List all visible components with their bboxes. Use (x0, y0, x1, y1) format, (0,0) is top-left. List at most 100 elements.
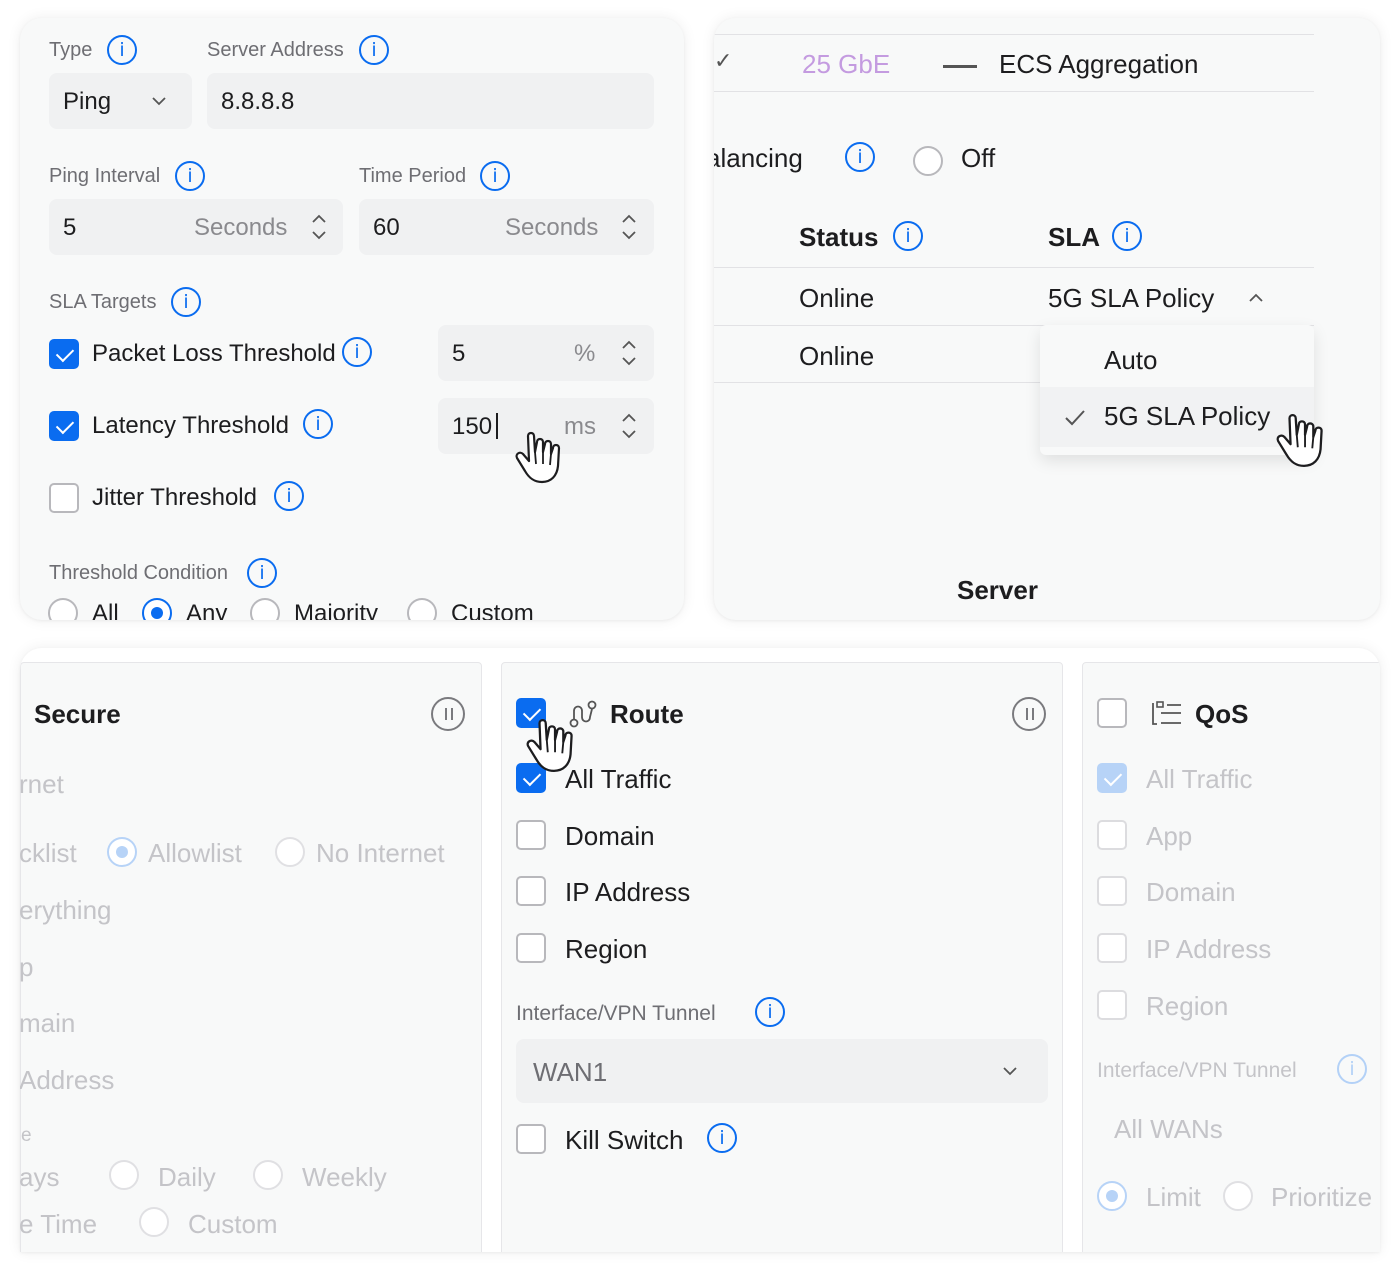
balancing-off-radio[interactable] (913, 146, 943, 176)
secure-option-custom: Custom (188, 1209, 278, 1239)
packet-loss-input[interactable]: 5 % (438, 325, 654, 381)
route-option-region: Region (565, 934, 648, 964)
packet-loss-unit: % (574, 340, 596, 367)
time-period-input[interactable]: 60 Seconds (359, 199, 654, 255)
secure-option-allowlist: Allowlist (148, 838, 242, 868)
no-internet-radio[interactable] (275, 837, 305, 867)
packet-loss-checkbox[interactable] (49, 339, 79, 369)
pause-icon[interactable] (1012, 697, 1046, 731)
condition-radio-any[interactable] (142, 598, 172, 620)
ip-address-checkbox[interactable] (516, 876, 546, 906)
qos-interface-label: Interface/VPN Tunnel (1097, 1059, 1297, 1082)
dropdown-option-5g[interactable]: 5G SLA Policy (1040, 387, 1314, 447)
interface-select[interactable]: WAN1 (516, 1039, 1048, 1103)
chevron-up-icon (1249, 293, 1263, 302)
check-fragment-icon: ✓ (714, 48, 733, 73)
hand-cursor-icon (1276, 414, 1323, 467)
status-info-icon[interactable]: i (893, 221, 923, 251)
secure-option-internet: rnet (20, 769, 64, 799)
kill-switch-checkbox[interactable] (516, 1124, 546, 1154)
qos-interface-value: All WANs (1114, 1114, 1223, 1144)
time-period-label: Time Period (359, 165, 467, 187)
dropdown-option-5g-label: 5G SLA Policy (1104, 401, 1271, 431)
interface-label: Interface/VPN Tunnel (516, 1002, 716, 1025)
kill-switch-label: Kill Switch (565, 1125, 684, 1155)
type-select[interactable]: Ping (49, 73, 192, 129)
sla-select[interactable]: 5G SLA Policy (1048, 280, 1288, 316)
qos-option-ip-address: IP Address (1146, 934, 1272, 964)
custom-radio[interactable] (139, 1207, 169, 1237)
type-info-icon[interactable]: i (107, 35, 137, 65)
pause-icon[interactable] (431, 697, 465, 731)
status-column-header: Status (799, 222, 879, 252)
check-icon (1065, 410, 1085, 426)
sla-info-icon[interactable]: i (1112, 221, 1142, 251)
qos-option-app: App (1146, 821, 1193, 851)
divider (714, 382, 1044, 383)
latency-value: 150 (452, 413, 493, 440)
sla-targets-info-icon[interactable]: i (171, 287, 201, 317)
region-checkbox[interactable] (516, 933, 546, 963)
sla-column-header: SLA (1048, 222, 1100, 252)
ping-interval-info-icon[interactable]: i (175, 161, 205, 191)
jitter-info-icon[interactable]: i (274, 481, 304, 511)
packet-loss-label: Packet Loss Threshold (92, 340, 336, 367)
kill-switch-info-icon[interactable]: i (707, 1123, 737, 1153)
qos-title: QoS (1195, 699, 1249, 729)
packet-loss-info-icon[interactable]: i (342, 337, 372, 367)
secure-option-weekly: Weekly (302, 1162, 387, 1192)
qos-app-checkbox[interactable] (1097, 820, 1127, 850)
allowlist-radio[interactable] (107, 837, 137, 867)
daily-radio[interactable] (109, 1160, 139, 1190)
ping-interval-label: Ping Interval (49, 165, 161, 187)
time-period-info-icon[interactable]: i (480, 161, 510, 191)
qos-all-traffic-checkbox[interactable] (1097, 763, 1127, 793)
wan-sla-card: ✓ 25 GbE ECS Aggregation alancing i Off … (714, 18, 1380, 620)
qos-ip-address-checkbox[interactable] (1097, 933, 1127, 963)
divider (714, 34, 1314, 35)
jitter-checkbox[interactable] (49, 483, 79, 513)
secure-schedule-label: e (21, 1125, 32, 1146)
qos-limit-radio[interactable] (1097, 1181, 1127, 1211)
route-option-domain: Domain (565, 821, 655, 851)
condition-radio-all[interactable] (48, 598, 78, 620)
secure-option-blocklist: cklist (20, 838, 77, 868)
link-line-icon (943, 65, 977, 68)
ping-interval-unit: Seconds (194, 214, 288, 241)
server-address-input[interactable]: 8.8.8.8 (207, 73, 654, 129)
time-period-unit: Seconds (505, 214, 599, 241)
stepper-icon[interactable] (621, 412, 637, 440)
threshold-condition-info-icon[interactable]: i (247, 558, 277, 588)
condition-radio-majority[interactable] (250, 598, 280, 620)
qos-checkbox[interactable] (1097, 698, 1127, 728)
secure-option-time: e Time (20, 1209, 98, 1239)
condition-radio-custom[interactable] (407, 598, 437, 620)
latency-checkbox[interactable] (49, 411, 79, 441)
latency-info-icon[interactable]: i (303, 409, 333, 439)
interface-select-value: WAN1 (533, 1057, 608, 1087)
hand-cursor-icon (526, 719, 573, 772)
row1-status: Online (799, 283, 875, 313)
interface-info-icon[interactable]: i (755, 997, 785, 1027)
server-label: Server (957, 575, 1038, 605)
qos-list-icon (1152, 701, 1181, 725)
domain-checkbox[interactable] (516, 820, 546, 850)
hand-cursor-icon (515, 431, 561, 484)
stepper-icon[interactable] (621, 213, 637, 241)
dropdown-option-auto[interactable]: Auto (1040, 325, 1314, 387)
secure-card: Secure rnet cklist Allowlist No Internet… (20, 662, 482, 1252)
weekly-radio[interactable] (253, 1160, 283, 1190)
stepper-icon[interactable] (311, 213, 327, 241)
qos-prioritize-radio[interactable] (1223, 1181, 1253, 1211)
balancing-info-icon[interactable]: i (845, 142, 875, 172)
qos-domain-checkbox[interactable] (1097, 876, 1127, 906)
secure-option-daily: Daily (158, 1162, 216, 1192)
policy-rules-panel: Secure rnet cklist Allowlist No Internet… (20, 648, 1380, 1252)
stepper-icon[interactable] (621, 339, 637, 367)
qos-interface-info-icon[interactable]: i (1337, 1054, 1367, 1084)
qos-option-domain: Domain (1146, 877, 1236, 907)
server-address-info-icon[interactable]: i (359, 35, 389, 65)
condition-option-majority: Majority (294, 600, 379, 620)
qos-region-checkbox[interactable] (1097, 990, 1127, 1020)
ping-interval-input[interactable]: 5 Seconds (49, 199, 343, 255)
